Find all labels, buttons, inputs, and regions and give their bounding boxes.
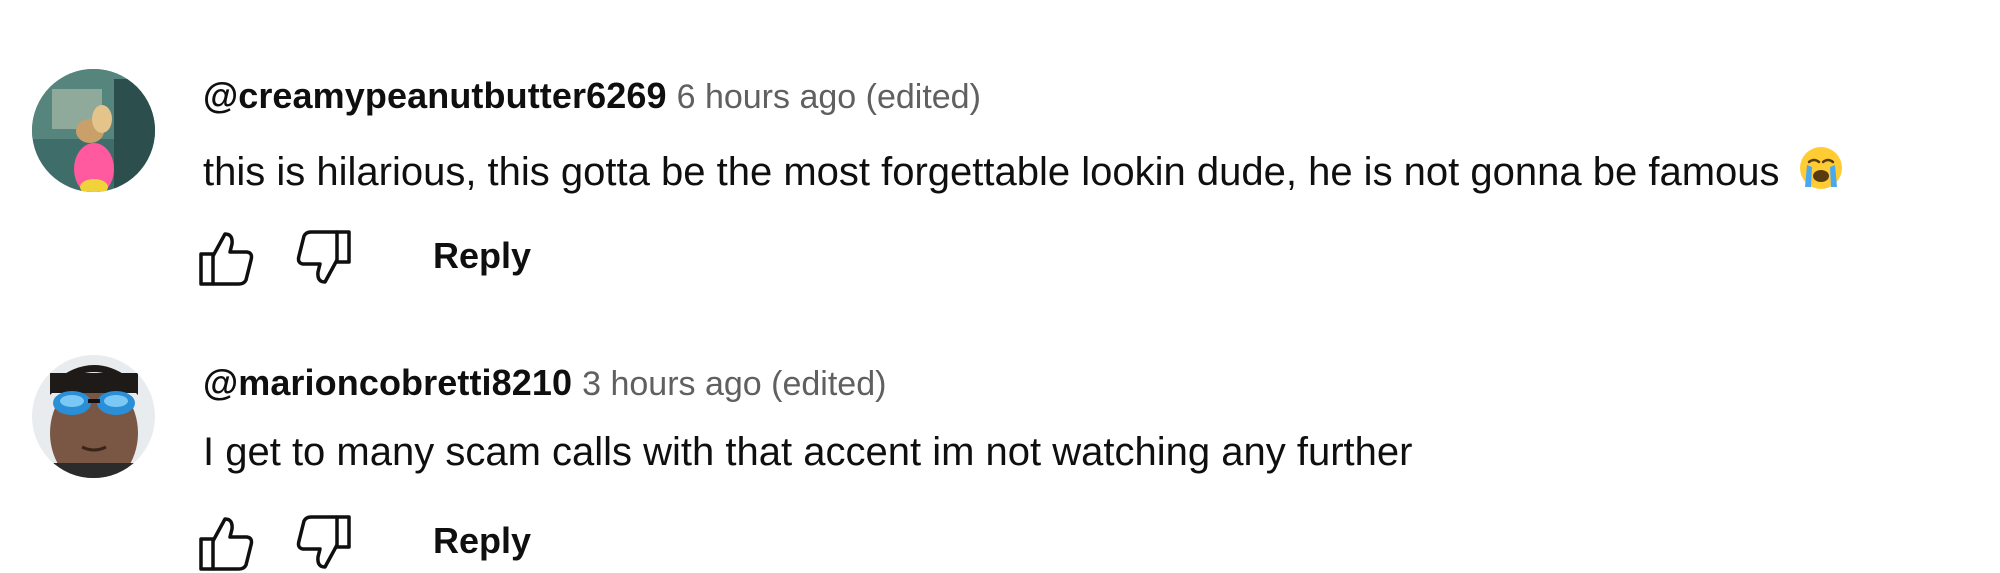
avatar-image [32,355,155,478]
comment-text: I get to many scam calls with that accen… [203,432,1412,472]
avatar[interactable] [32,355,155,478]
comment-header: @marioncobretti8210 3 hours ago (edited) [203,362,886,403]
avatar[interactable] [32,69,155,192]
dislike-button[interactable] [293,228,355,288]
dislike-button[interactable] [293,513,355,573]
thumbs-up-icon [199,517,254,571]
reply-button[interactable]: Reply [433,523,531,559]
reply-button[interactable]: Reply [433,238,531,274]
comment-body: this is hilarious, this gotta be the mos… [203,150,1780,194]
comment-timestamp[interactable]: 3 hours ago (edited) [582,365,886,403]
like-button[interactable] [195,513,257,573]
comment-thread-1: @creamypeanutbutter6269 6 hours ago (edit… [0,0,2000,286]
thumbs-down-icon [296,515,351,569]
thumbs-down-icon [296,230,351,284]
comment-header: @creamypeanutbutter6269 6 hours ago (edit… [203,75,981,116]
comment-thread-2: @marioncobretti8210 3 hours ago (edited) … [0,287,2000,571]
like-button[interactable] [195,228,257,288]
thumbs-up-icon [199,232,254,286]
loudly-crying-face-icon [1798,145,1844,198]
author-name[interactable]: @marioncobretti8210 [203,362,572,403]
avatar-image [32,69,155,192]
comment-text: this is hilarious, this gotta be the mos… [203,145,1844,198]
author-name[interactable]: @creamypeanutbutter6269 [203,75,667,116]
comment-body: I get to many scam calls with that accen… [203,430,1413,474]
comment-timestamp[interactable]: 6 hours ago (edited) [677,78,981,116]
